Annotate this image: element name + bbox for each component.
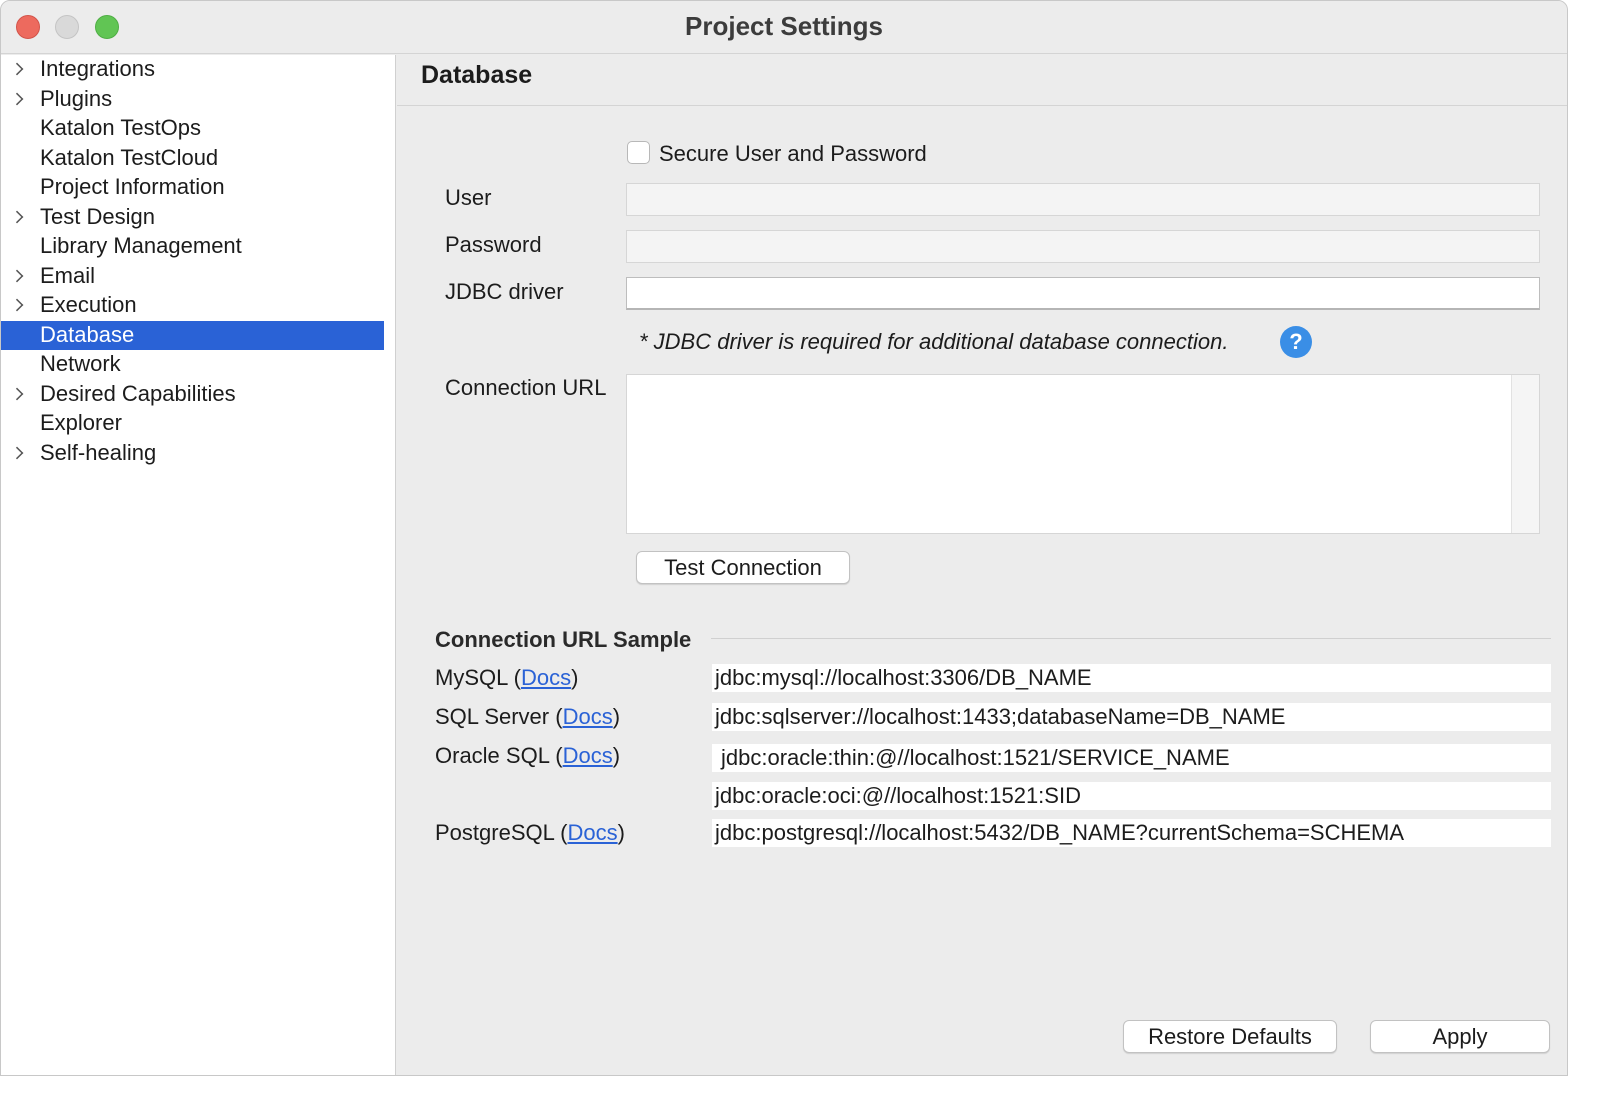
jdbc-driver-field[interactable]	[626, 277, 1540, 310]
mysql-name: MySQL	[435, 665, 508, 690]
sidebar-item-integrations[interactable]: Integrations	[1, 55, 395, 85]
oracle-name: Oracle SQL	[435, 743, 550, 768]
secure-credentials-label[interactable]: Secure User and Password	[659, 141, 927, 167]
sidebar-item-test-design[interactable]: Test Design	[1, 203, 395, 233]
mysql-sample-url[interactable]: jdbc:mysql://localhost:3306/DB_NAME	[712, 664, 1551, 692]
sqlserver-docs-link[interactable]: Docs	[563, 704, 613, 729]
database-settings-panel: Database Secure User and Password User P…	[397, 55, 1567, 1075]
title-bar: Project Settings	[1, 1, 1567, 54]
sidebar-item-desired-capabilities[interactable]: Desired Capabilities	[1, 380, 395, 410]
settings-sidebar: Integrations Plugins Katalon TestOps Katalo…	[1, 55, 396, 1075]
postgres-sample-url[interactable]: jdbc:postgresql://localhost:5432/DB_NAME…	[712, 819, 1551, 847]
settings-window: Project Settings Integrations Plugins Kata…	[0, 0, 1568, 1076]
chevron-right-icon[interactable]	[10, 210, 24, 223]
restore-defaults-button[interactable]: Restore Defaults	[1123, 1020, 1337, 1053]
sidebar-item-database[interactable]: Database	[1, 320, 384, 350]
chevron-right-icon[interactable]	[10, 92, 24, 105]
sidebar-item-label: Desired Capabilities	[40, 380, 236, 406]
sidebar-item-label: Test Design	[40, 203, 155, 229]
sidebar-item-label: Integrations	[40, 56, 155, 81]
mysql-docs-link[interactable]: Docs	[521, 665, 571, 690]
jdbc-hint-text: * JDBC driver is required for additional…	[639, 329, 1229, 354]
url-sample-heading: Connection URL Sample	[435, 627, 692, 652]
sidebar-item-label: Self-healing	[40, 439, 157, 465]
panel-header: Database	[397, 55, 1567, 106]
window-title: Project Settings	[685, 11, 883, 41]
sqlserver-sample-url[interactable]: jdbc:sqlserver://localhost:1433;database…	[712, 703, 1551, 731]
oracle-docs-link[interactable]: Docs	[563, 743, 613, 768]
test-connection-button[interactable]: Test Connection	[636, 551, 850, 584]
sidebar-item-email[interactable]: Email	[1, 262, 395, 292]
user-label: User	[445, 185, 492, 210]
jdbc-driver-label: JDBC driver	[445, 279, 564, 304]
sqlserver-name: SQL Server	[435, 704, 550, 729]
oracle-thin-sample-url[interactable]: jdbc:oracle:thin:@//localhost:1521/SERVI…	[712, 744, 1551, 772]
postgres-docs-link[interactable]: Docs	[567, 820, 617, 845]
sqlserver-sample-label: SQL Server (Docs)	[435, 704, 621, 729]
sidebar-item-project-information[interactable]: Project Information	[1, 173, 395, 203]
sidebar-item-label: Network	[40, 351, 121, 376]
sidebar-item-label: Database	[40, 321, 135, 347]
chevron-right-icon[interactable]	[10, 387, 24, 400]
sidebar-item-execution[interactable]: Execution	[1, 291, 395, 321]
sidebar-item-label: Katalon TestCloud	[40, 144, 219, 170]
section-divider	[711, 638, 1551, 639]
oracle-sample-label: Oracle SQL (Docs)	[435, 743, 621, 768]
sidebar-item-plugins[interactable]: Plugins	[1, 85, 395, 115]
mysql-sample-label: MySQL (Docs)	[435, 665, 579, 690]
page-title: Database	[421, 61, 533, 89]
sidebar-item-label: Project Information	[40, 174, 225, 199]
sidebar-item-katalon-testops[interactable]: Katalon TestOps	[1, 114, 395, 144]
sidebar-item-library-management[interactable]: Library Management	[1, 232, 395, 262]
connection-url-textarea[interactable]	[626, 374, 1540, 534]
password-field[interactable]	[626, 230, 1540, 263]
sidebar-item-explorer[interactable]: Explorer	[1, 409, 395, 439]
chevron-right-icon[interactable]	[10, 62, 24, 76]
password-label: Password	[445, 232, 542, 257]
settings-tree: Integrations Plugins Katalon TestOps Katalo…	[1, 55, 395, 468]
secure-credentials-checkbox[interactable]	[627, 141, 650, 164]
oracle-oci-sample-url[interactable]: jdbc:oracle:oci:@//localhost:1521:SID	[712, 782, 1551, 810]
chevron-right-icon[interactable]	[10, 446, 24, 459]
chevron-right-icon[interactable]	[10, 269, 24, 282]
postgres-sample-label: PostgreSQL (Docs)	[435, 820, 625, 845]
sidebar-item-label: Katalon TestOps	[40, 115, 202, 140]
user-field[interactable]	[626, 183, 1540, 216]
sidebar-item-label: Email	[40, 262, 96, 288]
postgres-name: PostgreSQL	[435, 820, 555, 845]
connection-url-label: Connection URL	[445, 375, 607, 400]
textarea-scrollbar[interactable]	[1511, 375, 1539, 533]
apply-button[interactable]: Apply	[1370, 1020, 1550, 1053]
sidebar-item-label: Plugins	[40, 85, 113, 111]
sidebar-item-self-healing[interactable]: Self-healing	[1, 439, 395, 469]
sidebar-item-katalon-testcloud[interactable]: Katalon TestCloud	[1, 144, 395, 174]
sidebar-item-label: Execution	[40, 292, 137, 317]
chevron-right-icon[interactable]	[10, 298, 24, 312]
sidebar-item-label: Explorer	[40, 410, 122, 435]
help-icon[interactable]: ?	[1280, 326, 1312, 358]
sidebar-item-network[interactable]: Network	[1, 350, 395, 380]
sidebar-item-label: Library Management	[40, 233, 242, 258]
